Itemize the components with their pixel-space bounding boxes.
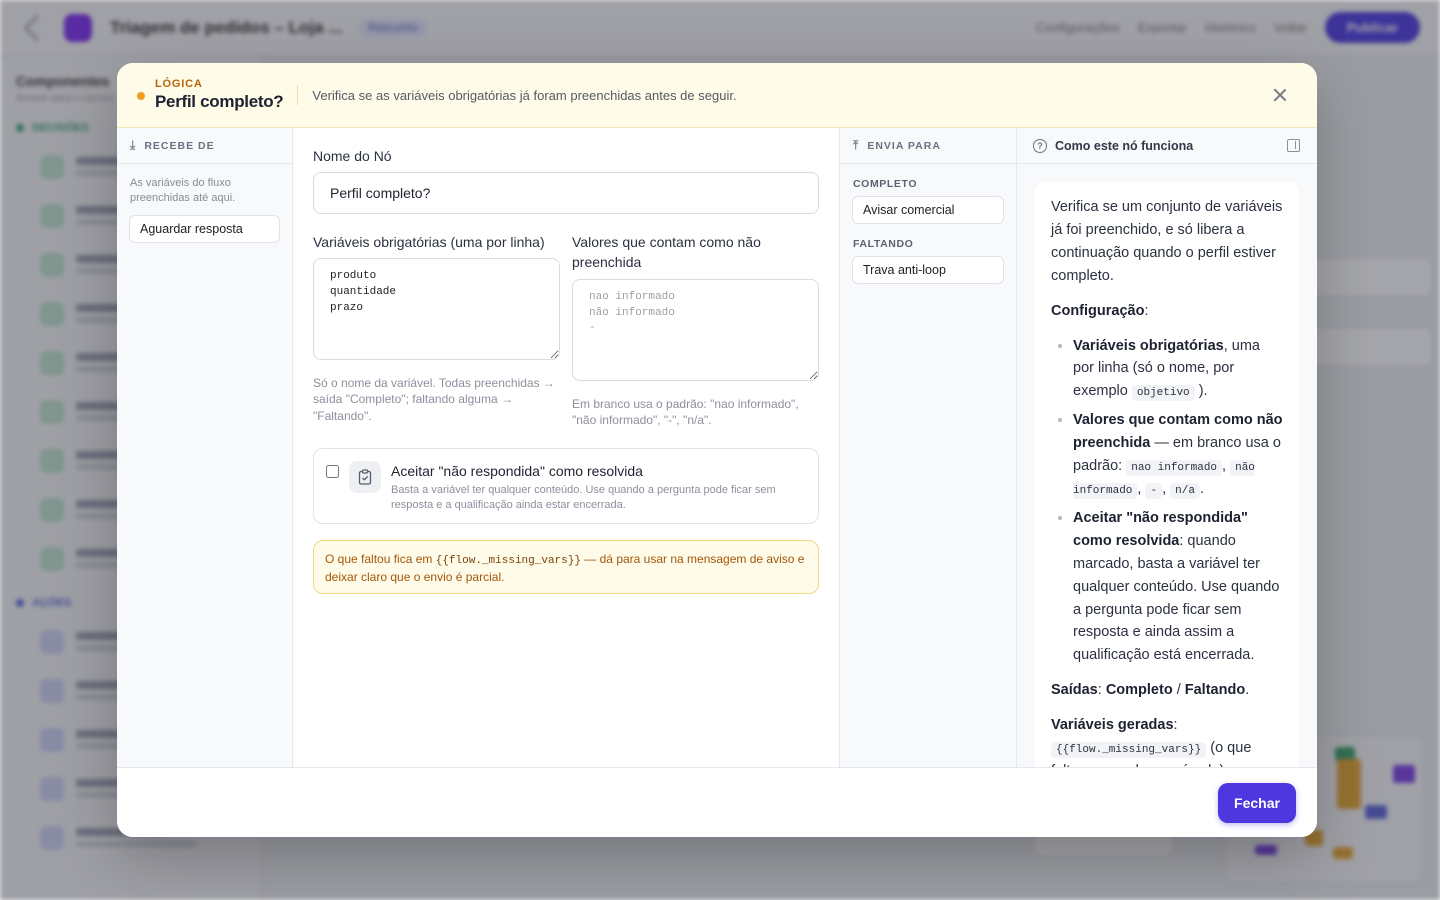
receives-header: ⤓ RECEBE DE — [117, 128, 292, 164]
list-item: Valores que contam como não preenchida —… — [1073, 409, 1283, 501]
collapse-panel-icon[interactable] — [1287, 139, 1300, 152]
output-label-missing: FALTANDO — [853, 238, 914, 250]
receives-note: As variáveis do fluxo preenchidas até aq… — [130, 177, 236, 205]
node-category: LÓGICA — [155, 78, 203, 90]
help-header: ? Como este nó funciona — [1017, 128, 1317, 164]
required-vars-textarea[interactable]: produto quantidade prazo — [313, 258, 560, 361]
clipboard-check-icon — [349, 460, 381, 493]
node-name-input[interactable] — [313, 172, 819, 214]
accept-unanswered-desc: Basta a variável ter qualquer conteúdo. … — [391, 483, 776, 511]
missing-vars-code: {{flow._missing_vars}} — [435, 554, 581, 567]
close-button[interactable]: Fechar — [1218, 783, 1296, 823]
header-divider — [297, 85, 299, 105]
accept-unanswered-option[interactable]: Aceitar "não respondida" como resolvida … — [313, 447, 819, 524]
help-content: Verifica se um conjunto de variáveis já … — [1035, 182, 1299, 767]
modal-header: LÓGICA Perfil completo? Verifica se as v… — [117, 63, 1317, 128]
source-node-pill[interactable]: Aguardar resposta — [129, 214, 280, 243]
required-vars-hint: Só o nome da variável. Todas preenchidas… — [313, 376, 555, 423]
help-outputs: Saídas: Completo / Faltando. — [1051, 682, 1250, 699]
required-vars-label: Variáveis obrigatórias (uma por linha) — [313, 234, 545, 250]
output-label-complete: COMPLETO — [853, 178, 918, 190]
help-vars: Variáveis geradas: {{flow._missing_vars}}… — [1051, 717, 1252, 767]
help-intro: Verifica se um conjunto de variáveis já … — [1051, 199, 1283, 284]
list-item: Variáveis obrigatórias, uma por linha (s… — [1073, 335, 1283, 404]
modal-footer: Fechar — [117, 767, 1317, 837]
empty-values-hint: Em branco usa o padrão: "nao informado",… — [572, 396, 799, 427]
sends-header: ⤒ ENVIA PARA — [840, 128, 1016, 164]
list-item: Aceitar "não respondida" como resolvida:… — [1073, 507, 1283, 667]
sends-panel: ⤒ ENVIA PARA COMPLETO Avisar comercial F… — [840, 128, 1017, 767]
output-target-missing[interactable]: Trava anti-loop — [852, 256, 1004, 284]
missing-vars-notice: O que faltou fica em {{flow._missing_var… — [313, 539, 819, 594]
close-icon[interactable] — [1271, 86, 1289, 104]
node-name-label: Nome do Nó — [313, 148, 392, 164]
receives-panel: ⤓ RECEBE DE As variáveis do fluxo preenc… — [117, 128, 293, 767]
modal-description: Verifica se as variáveis obrigatórias já… — [312, 87, 737, 103]
category-dot-icon — [137, 92, 145, 100]
accept-unanswered-title: Aceitar "não respondida" como resolvida — [391, 462, 643, 479]
modal-body: ⤓ RECEBE DE As variáveis do fluxo preenc… — [117, 128, 1317, 767]
empty-values-label: Valores que contam como não preenchida — [572, 234, 761, 271]
accept-unanswered-checkbox[interactable] — [326, 464, 339, 478]
download-arrow-icon: ⤓ — [130, 138, 137, 152]
output-target-complete[interactable]: Avisar comercial — [852, 196, 1004, 224]
config-form: Nome do Nó Variáveis obrigatórias (uma p… — [293, 128, 840, 767]
empty-values-textarea[interactable] — [572, 278, 819, 381]
help-config-title: Configuração: — [1051, 302, 1149, 319]
upload-arrow-icon: ⤒ — [853, 138, 860, 152]
help-panel: ? Como este nó funciona Verifica se um c… — [1017, 128, 1317, 767]
node-config-modal: LÓGICA Perfil completo? Verifica se as v… — [117, 63, 1317, 837]
help-question-icon: ? — [1033, 138, 1047, 153]
modal-title: Perfil completo? — [155, 92, 284, 111]
help-config-list: Variáveis obrigatórias, uma por linha (s… — [1051, 335, 1283, 668]
